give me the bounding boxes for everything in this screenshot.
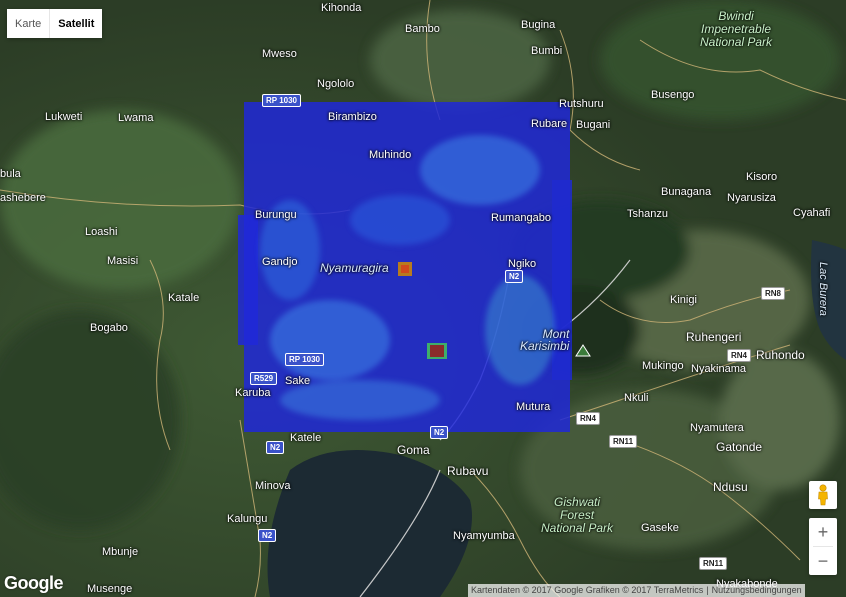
pegman-icon	[818, 484, 828, 506]
terms-link[interactable]: Nutzungsbedingungen	[712, 584, 802, 597]
place-label: Rutshuru	[559, 98, 604, 110]
road-shield: RN11	[609, 435, 638, 448]
place-label: Sake	[285, 375, 311, 387]
place-label: Ruhengeri	[686, 330, 742, 344]
place-label: Tshanzu	[627, 208, 668, 220]
place-label: Lwama	[118, 112, 154, 124]
place-label: Loashi	[85, 226, 118, 238]
satellite-basemap	[0, 0, 846, 597]
place-label: Katale	[168, 292, 200, 304]
place-label: Nyakinama	[691, 363, 747, 375]
place-label: Kisoro	[746, 171, 778, 183]
place-label: Kihonda	[321, 2, 362, 14]
place-label: Mbunje	[102, 546, 139, 558]
zoom-control: + −	[809, 518, 837, 575]
place-label: Gatonde	[716, 440, 763, 454]
place-label: Nkuli	[624, 392, 649, 404]
road-shield: N2	[505, 270, 524, 283]
road-shield: RN4	[576, 412, 601, 425]
place-label: Burungu	[255, 209, 297, 221]
place-label: Gaseke	[641, 522, 679, 534]
place-label: Nyamutera	[690, 422, 744, 434]
place-label: ashebere	[0, 192, 46, 204]
place-label: Bugani	[576, 119, 611, 131]
attribution-bar: Kartendaten © 2017 Google Grafiken © 201…	[468, 584, 805, 597]
place-label: Minova	[255, 480, 291, 492]
road-shield: RP 1030	[285, 353, 324, 366]
place-label: Rubare	[531, 118, 568, 130]
place-label: Bumbi	[531, 45, 563, 57]
place-label: Nyarusiza	[727, 192, 776, 204]
pegman-button[interactable]	[809, 481, 837, 509]
place-label: Musenge	[87, 583, 133, 595]
bwindi-park-label: Bwindi Impenetrable National Park	[700, 9, 773, 50]
road-shield: N2	[430, 426, 449, 439]
road-shield: N2	[266, 441, 285, 454]
place-label: Mutura	[516, 401, 551, 413]
park-name-line: National Park	[541, 521, 614, 536]
place-label: Ruhondo	[756, 348, 805, 362]
volcano-name-line: Karisimbi	[520, 339, 570, 353]
map-data-attribution[interactable]: Kartendaten © 2017 Google Grafiken © 201…	[471, 584, 703, 597]
place-label: Kalungu	[227, 513, 268, 525]
zoom-in-button[interactable]: +	[809, 518, 837, 546]
place-label: Lukweti	[45, 111, 83, 123]
road-shield: RN8	[761, 287, 786, 300]
place-label: Bugina	[521, 19, 556, 31]
zoom-out-button[interactable]: −	[809, 547, 837, 575]
map-canvas[interactable]: Kihonda Bambo Bugina Bumbi Mweso Ngololo…	[0, 0, 846, 597]
place-label: Birambizo	[328, 111, 377, 123]
place-label: Mweso	[262, 48, 297, 60]
place-label: Mukingo	[642, 360, 684, 372]
place-label: Busengo	[651, 89, 695, 101]
road-shield: RP 1030	[262, 94, 301, 107]
place-label: Goma	[397, 443, 430, 457]
karisimbi-label: Mont Karisimbi	[520, 328, 569, 352]
place-label: Ngiko	[508, 258, 537, 270]
place-label: Muhindo	[369, 149, 412, 161]
place-label: bula	[0, 168, 21, 180]
road-shield: N2	[258, 529, 277, 542]
lac-burera-label: Lac Burera	[817, 262, 829, 316]
place-label: Gandjo	[262, 256, 298, 268]
nyamuragira-label: Nyamuragira	[320, 261, 389, 275]
map-type-karte-button[interactable]: Karte	[7, 9, 50, 38]
place-label: Bambo	[405, 23, 440, 35]
place-label: Ngololo	[317, 78, 355, 90]
google-logo[interactable]: Google	[4, 573, 64, 594]
place-label: Ndusu	[713, 480, 748, 494]
gishwati-park-label: Gishwati Forest National Park	[541, 495, 614, 536]
place-label: Masisi	[107, 255, 139, 267]
place-label: Bunagana	[661, 186, 712, 198]
road-shield: R529	[250, 372, 278, 385]
divider: |	[706, 585, 709, 595]
map-type-satellit-button[interactable]: Satellit	[50, 9, 103, 38]
park-name-line: National Park	[700, 35, 773, 50]
place-label: Rubavu	[447, 464, 489, 478]
place-label: Kinigi	[670, 294, 697, 306]
place-label: Katele	[290, 432, 322, 444]
place-label: Nyamyumba	[453, 530, 515, 542]
map-type-control: Karte Satellit	[7, 9, 103, 38]
place-label: Bogabo	[90, 322, 128, 334]
place-label: Karuba	[235, 387, 271, 399]
road-shield: RN4	[727, 349, 752, 362]
place-label: Rumangabo	[491, 212, 551, 224]
road-shield: RN11	[699, 557, 728, 570]
place-label: Cyahafi	[793, 207, 831, 219]
